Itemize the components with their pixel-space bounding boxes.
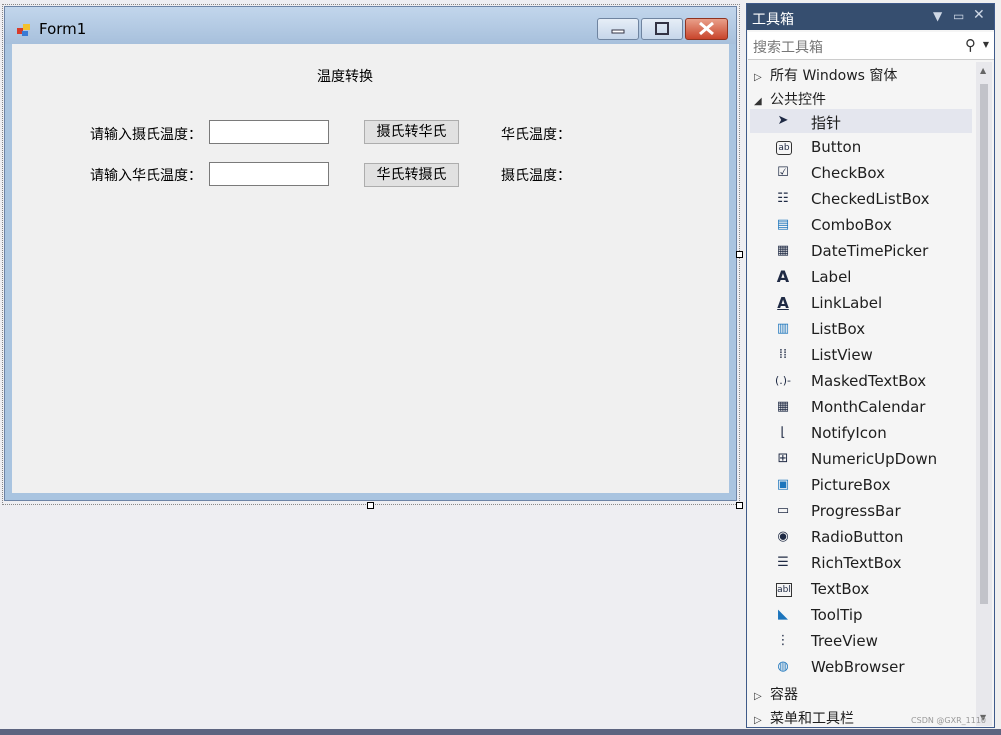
chevron-down-icon[interactable]: ▼ bbox=[983, 40, 989, 49]
fahrenheit-prompt-label: 请输入华氏温度： bbox=[90, 168, 202, 184]
form-window[interactable]: Form1 温度转换 请输入摄氏温度： 摄氏转华氏 华氏温度： 请输入华氏温度：… bbox=[4, 6, 737, 501]
minimize-button[interactable] bbox=[597, 18, 639, 40]
toolbox-item-richtextbox[interactable]: ☰ RichTextBox bbox=[750, 551, 972, 575]
datetimepicker-icon: ▦ bbox=[776, 243, 790, 258]
fahrenheit-to-celsius-button[interactable]: 华氏转摄氏 bbox=[364, 163, 459, 187]
linklabel-icon: A bbox=[777, 294, 789, 312]
collapse-icon: ◢ bbox=[754, 96, 762, 107]
toolbox-item-picturebox[interactable]: ▣ PictureBox bbox=[750, 473, 972, 497]
combobox-icon: ▤ bbox=[776, 217, 790, 232]
status-strip bbox=[0, 729, 1001, 735]
toolbox-item-checkedlistbox[interactable]: ☷ CheckedListBox bbox=[750, 187, 972, 211]
progressbar-icon: ▭ bbox=[776, 503, 790, 518]
close-icon[interactable]: ✕ bbox=[973, 7, 985, 23]
toolbox-item-monthcalendar[interactable]: ▦ MonthCalendar bbox=[750, 395, 972, 419]
toolbox-item-listview[interactable]: ⁞⁞ ListView bbox=[750, 343, 972, 367]
listbox-icon: ▥ bbox=[776, 321, 790, 336]
resize-handle-corner[interactable] bbox=[736, 502, 743, 509]
numericupdown-icon: ⊞ bbox=[777, 451, 789, 466]
toolbox-item-textbox[interactable]: abl TextBox bbox=[750, 577, 972, 601]
notifyicon-icon: ⌊ bbox=[780, 425, 786, 440]
celsius-input[interactable] bbox=[209, 120, 329, 144]
expand-icon: ▷ bbox=[754, 715, 762, 726]
expand-icon: ▷ bbox=[754, 691, 762, 702]
category-menus[interactable]: ▷ 菜单和工具栏 bbox=[754, 708, 854, 727]
scrollbar-thumb[interactable] bbox=[980, 84, 988, 604]
celsius-prompt-label: 请输入摄氏温度： bbox=[90, 127, 202, 143]
label-icon: A bbox=[776, 267, 790, 286]
toolbox-header: 工具箱 ▼ ▭ ✕ bbox=[747, 4, 994, 30]
toolbox-item-datetimepicker[interactable]: ▦ DateTimePicker bbox=[750, 239, 972, 263]
minimize-icon bbox=[611, 29, 625, 34]
button-icon: ab bbox=[776, 141, 792, 155]
toolbox-item-treeview[interactable]: ⋮ TreeView bbox=[750, 629, 972, 653]
category-all-windows[interactable]: ▷ 所有 Windows 窗体 bbox=[754, 65, 897, 85]
expand-icon: ▷ bbox=[754, 72, 762, 83]
picturebox-icon: ▣ bbox=[776, 477, 790, 492]
resize-handle-right[interactable] bbox=[736, 251, 743, 258]
toolbox-item-radiobutton[interactable]: ◉ RadioButton bbox=[750, 525, 972, 549]
watermark: CSDN @GXR_1110 bbox=[911, 716, 986, 725]
toolbox-panel: 工具箱 ▼ ▭ ✕ 搜索工具箱 ⚲ ▼ ▷ 所有 Windows 窗体 ◢ 公共控件… bbox=[746, 3, 995, 728]
fahrenheit-input[interactable] bbox=[209, 162, 329, 186]
form-app-icon bbox=[17, 24, 30, 36]
toolbox-item-webbrowser[interactable]: ◍ WebBrowser bbox=[750, 655, 972, 679]
form-client-area: 温度转换 请输入摄氏温度： 摄氏转华氏 华氏温度： 请输入华氏温度： 华氏转摄氏… bbox=[12, 44, 729, 493]
textbox-icon: abl bbox=[776, 583, 792, 597]
form-titlebar[interactable]: Form1 bbox=[5, 7, 736, 44]
toolbox-item-numericupdown[interactable]: ⊞ NumericUpDown bbox=[750, 447, 972, 471]
maskedtextbox-icon: (.)- bbox=[774, 374, 792, 387]
toolbox-scrollbar[interactable]: ▲ ▼ bbox=[976, 62, 992, 726]
toolbox-search[interactable]: 搜索工具箱 ⚲ ▼ bbox=[748, 32, 994, 60]
search-placeholder: 搜索工具箱 bbox=[753, 40, 823, 56]
toolbox-item-combobox[interactable]: ▤ ComboBox bbox=[750, 213, 972, 237]
checkedlistbox-icon: ☷ bbox=[777, 191, 789, 206]
tooltip-icon: ◣ bbox=[778, 607, 788, 622]
checkbox-icon: ☑ bbox=[777, 165, 789, 180]
toolbox-item-linklabel[interactable]: A LinkLabel bbox=[750, 291, 972, 315]
dropdown-icon[interactable]: ▼ bbox=[933, 9, 942, 23]
form-title: Form1 bbox=[39, 20, 87, 38]
close-icon bbox=[699, 21, 714, 36]
monthcalendar-icon: ▦ bbox=[776, 399, 790, 414]
toolbox-item-listbox[interactable]: ▥ ListBox bbox=[750, 317, 972, 341]
resize-handle-bottom[interactable] bbox=[367, 502, 374, 509]
toolbox-item-tooltip[interactable]: ◣ ToolTip bbox=[750, 603, 972, 627]
treeview-icon: ⋮ bbox=[776, 633, 790, 648]
listview-icon: ⁞⁞ bbox=[778, 347, 788, 362]
category-containers[interactable]: ▷ 容器 bbox=[754, 684, 798, 704]
richtextbox-icon: ☰ bbox=[777, 555, 789, 570]
toolbox-item-pointer[interactable]: ➤ 指针 bbox=[750, 109, 972, 133]
celsius-to-fahrenheit-button[interactable]: 摄氏转华氏 bbox=[364, 120, 459, 144]
pointer-icon: ➤ bbox=[777, 113, 789, 128]
close-button[interactable] bbox=[685, 18, 728, 40]
pin-icon[interactable]: ▭ bbox=[953, 9, 964, 23]
toolbox-item-label[interactable]: A Label bbox=[750, 265, 972, 289]
radiobutton-icon: ◉ bbox=[777, 529, 789, 544]
toolbox-item-maskedtextbox[interactable]: (.)- MaskedTextBox bbox=[750, 369, 972, 393]
maximize-button[interactable] bbox=[641, 18, 683, 40]
toolbox-item-button[interactable]: ab Button bbox=[750, 135, 972, 159]
fahrenheit-result-label: 华氏温度： bbox=[501, 127, 571, 143]
maximize-icon bbox=[655, 22, 669, 35]
toolbox-item-progressbar[interactable]: ▭ ProgressBar bbox=[750, 499, 972, 523]
webbrowser-icon: ◍ bbox=[777, 659, 789, 674]
toolbox-item-checkbox[interactable]: ☑ CheckBox bbox=[750, 161, 972, 185]
category-common[interactable]: ◢ 公共控件 bbox=[754, 89, 826, 109]
toolbox-title: 工具箱 bbox=[752, 12, 794, 28]
scroll-up-icon[interactable]: ▲ bbox=[980, 66, 986, 75]
celsius-result-label: 摄氏温度： bbox=[501, 168, 571, 184]
toolbox-item-notifyicon[interactable]: ⌊ NotifyIcon bbox=[750, 421, 972, 445]
heading-label: 温度转换 bbox=[317, 69, 373, 85]
search-icon[interactable]: ⚲ bbox=[965, 36, 976, 54]
